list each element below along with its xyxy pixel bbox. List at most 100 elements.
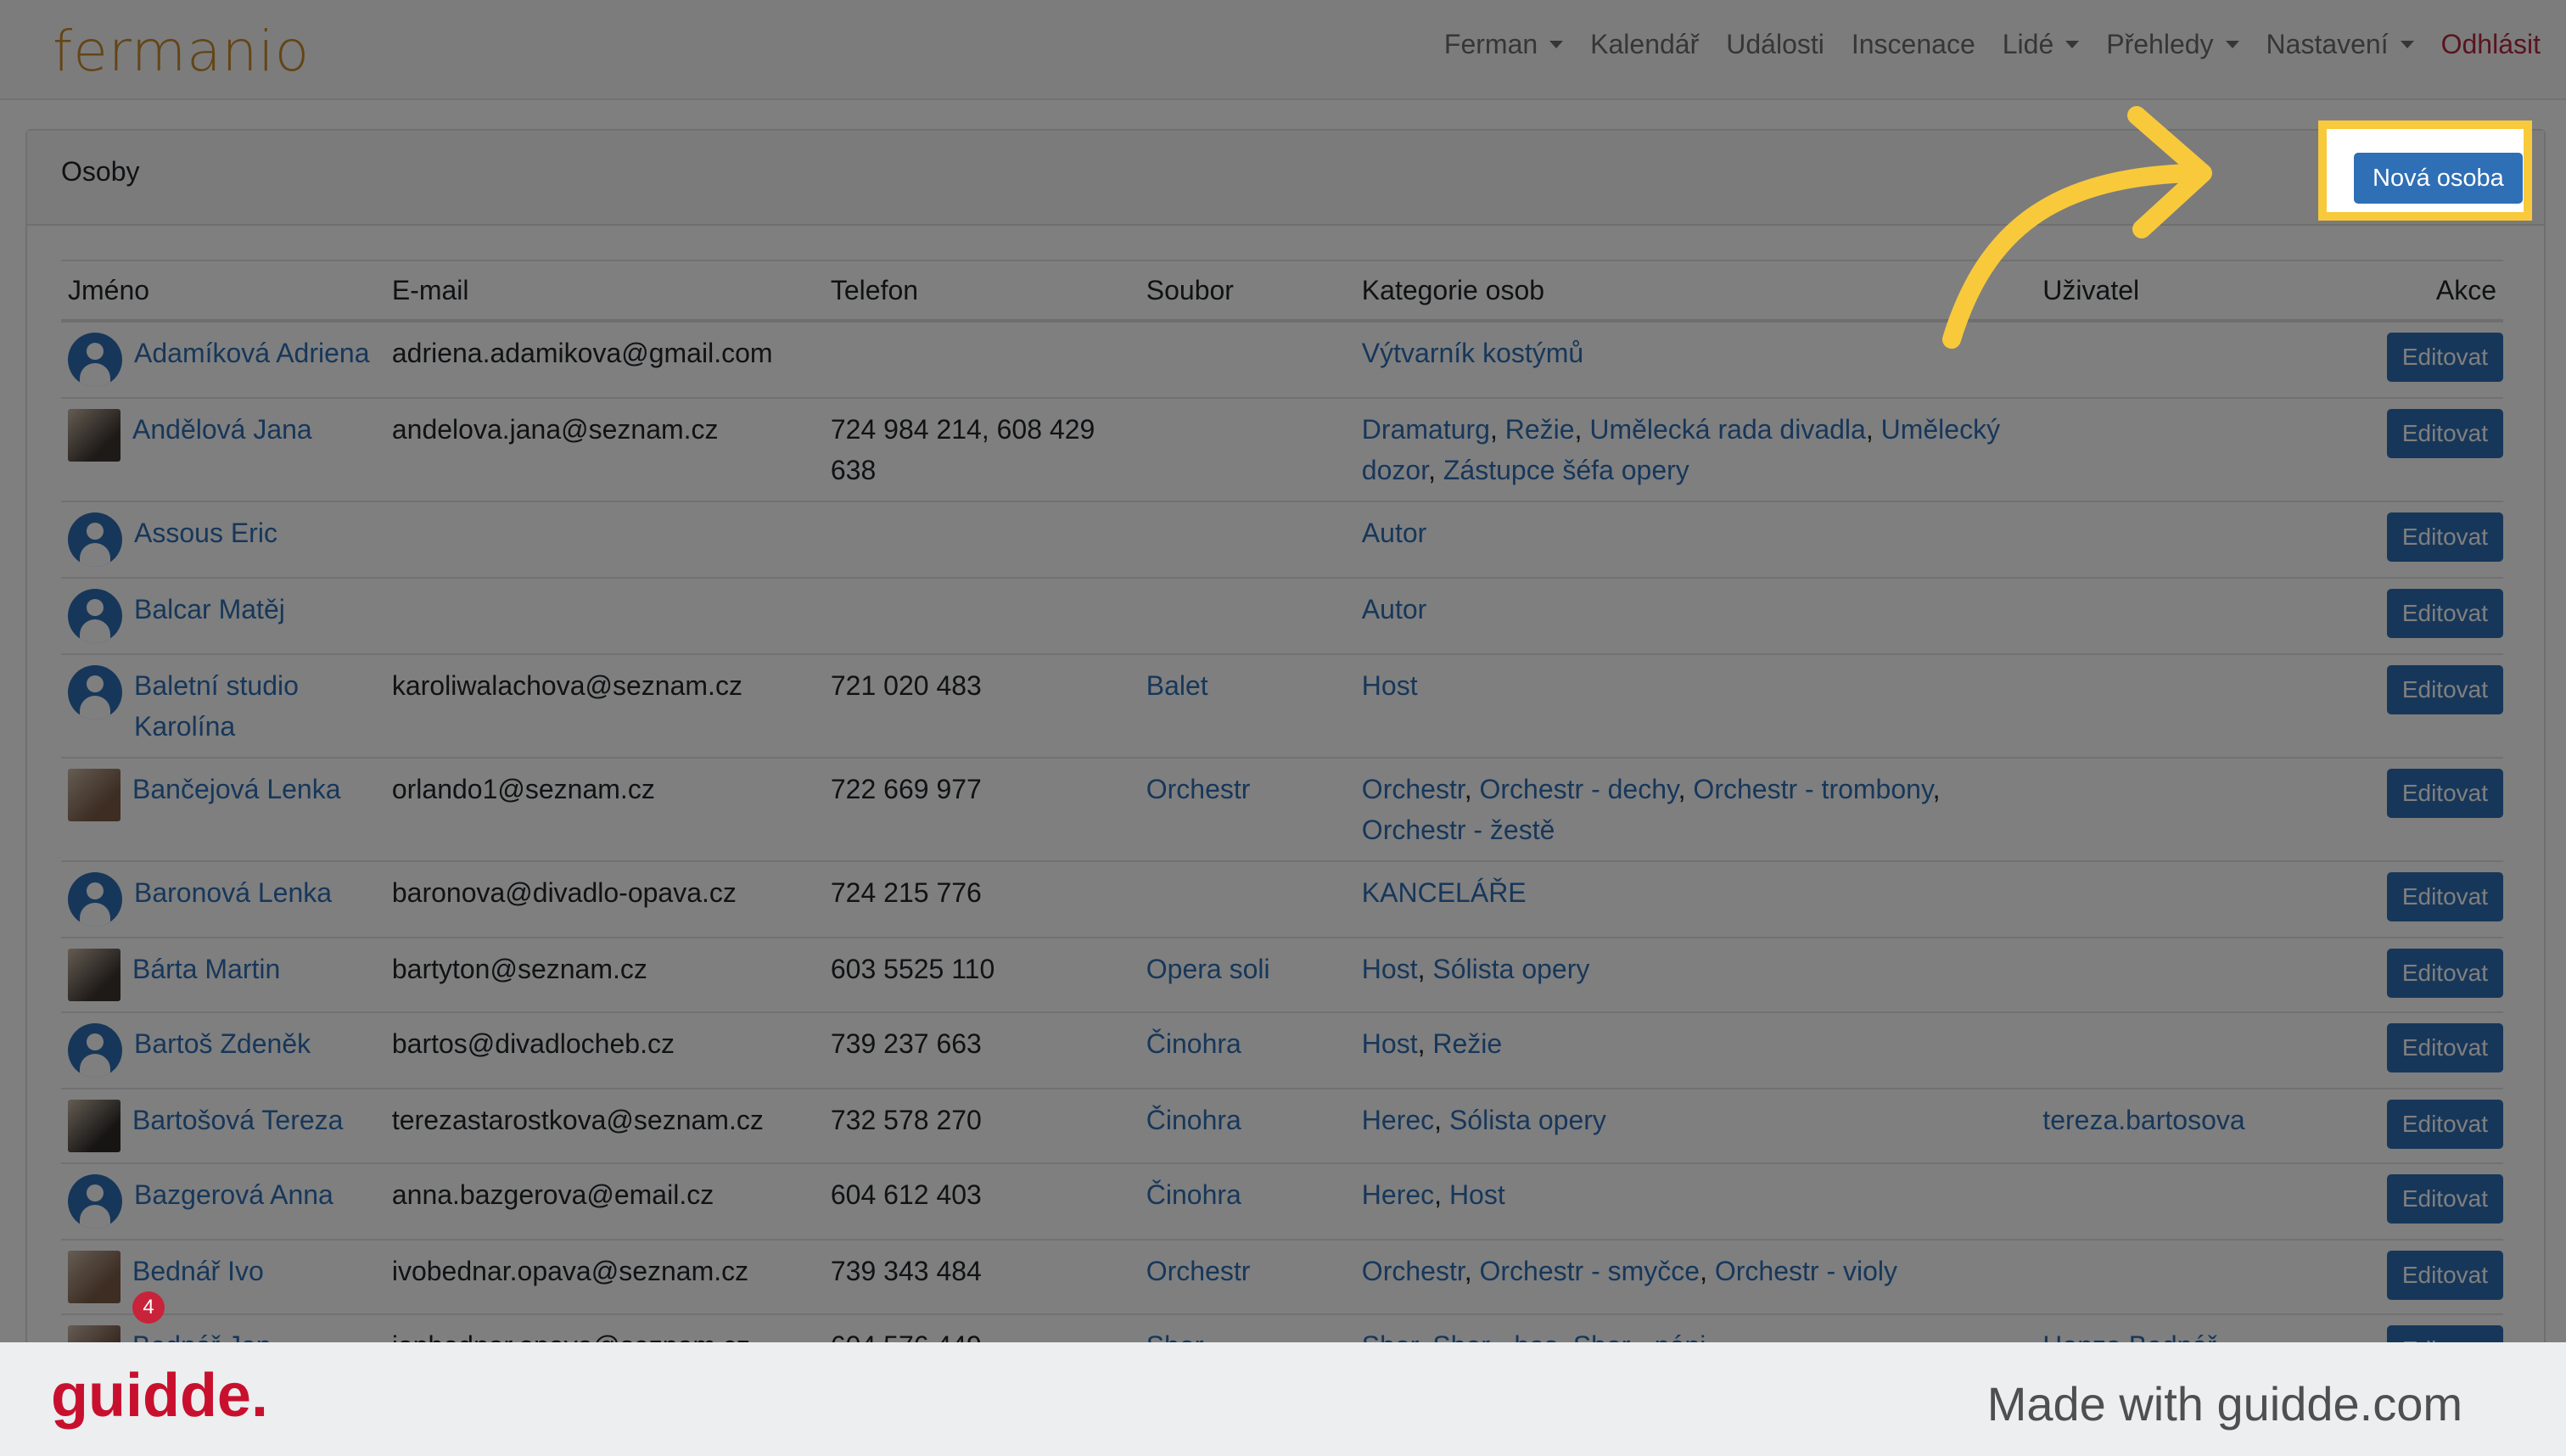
person-name-link[interactable]: Bančejová Lenka (132, 769, 341, 809)
category-link[interactable]: Sbor - bas (1432, 1330, 1558, 1342)
category-link[interactable]: Orchestr (1362, 774, 1465, 804)
category-link[interactable]: Sbor (1362, 1330, 1418, 1342)
edit-button[interactable]: Editovat (2386, 1251, 2503, 1300)
category-link[interactable]: Sólista opery (1449, 1105, 1606, 1135)
category-link[interactable]: Autor (1362, 518, 1426, 548)
user-avatar-icon (68, 665, 122, 720)
category-link[interactable]: Host (1449, 1179, 1505, 1210)
category-link[interactable]: Orchestr (1362, 1256, 1465, 1286)
category-link[interactable]: Orchestr - smyčce (1480, 1256, 1700, 1286)
nav-item-label: Inscenace (1851, 29, 1975, 59)
nav-item-0[interactable]: Ferman (1444, 29, 1564, 60)
avatar-photo (68, 1325, 120, 1342)
person-name-link[interactable]: Adamíková Adriena (134, 333, 370, 373)
person-name-link[interactable]: Baletní studio Karolína (134, 665, 385, 747)
name-cell: Bartoš Zdeněk (68, 1023, 385, 1078)
cell-name: Bednář Jan (61, 1314, 385, 1342)
nav-item-1[interactable]: Kalendář (1590, 29, 1699, 60)
nav-item-2[interactable]: Události (1726, 29, 1824, 60)
edit-button[interactable]: Editovat (2386, 409, 2503, 458)
user-link[interactable]: Honza Bednář (2042, 1330, 2216, 1342)
person-name-link[interactable]: Assous Eric (134, 512, 277, 553)
category-link[interactable]: Orchestr - trombony (1693, 774, 1932, 804)
header-ensemble[interactable]: Soubor (1139, 260, 1355, 322)
name-cell: Bárta Martin (68, 949, 385, 1001)
header-name[interactable]: Jméno (61, 260, 385, 322)
category-link[interactable]: Zástupce šéfa opery (1443, 455, 1689, 485)
person-name-link[interactable]: Baronová Lenka (134, 872, 332, 913)
user-avatar-icon (68, 333, 122, 387)
header-phone[interactable]: Telefon (823, 260, 1140, 322)
table-row: Bančejová Lenka orlando1@seznam.cz 722 669… (61, 758, 2503, 862)
category-link[interactable]: Herec (1362, 1179, 1434, 1210)
person-name-link[interactable]: Bartoš Zdeněk (134, 1023, 311, 1064)
nav-item-6[interactable]: Nastavení (2266, 29, 2414, 60)
brand-logo[interactable]: fermanio (53, 19, 310, 84)
category-link[interactable]: Orchestr - dechy (1480, 774, 1678, 804)
person-name-link[interactable]: Andělová Jana (132, 409, 312, 450)
ensemble-link[interactable]: Činohra (1146, 1179, 1241, 1210)
person-name-link[interactable]: Bednář Ivo (132, 1251, 264, 1291)
person-name-link[interactable]: Bazgerová Anna (134, 1174, 333, 1215)
category-link[interactable]: Herec (1362, 1105, 1434, 1135)
caret-down-icon (2225, 41, 2239, 48)
category-link[interactable]: Sólista opery (1432, 954, 1589, 984)
user-link[interactable]: tereza.bartosova (2042, 1105, 2244, 1135)
person-name-link[interactable]: Bárta Martin (132, 949, 280, 989)
logout-link[interactable]: Odhlásit (2441, 29, 2541, 60)
edit-button[interactable]: Editovat (2386, 1100, 2503, 1149)
user-avatar-icon (68, 1174, 122, 1229)
ensemble-link[interactable]: Sbor (1146, 1330, 1204, 1342)
cell-email: terezastarostkova@seznam.cz (384, 1089, 824, 1164)
ensemble-link[interactable]: Činohra (1146, 1105, 1241, 1135)
cell-name: Bartošová Tereza (61, 1089, 385, 1164)
ensemble-link[interactable]: Orchestr (1146, 774, 1251, 804)
category-link[interactable]: Výtvarník kostýmů (1362, 338, 1583, 368)
edit-button[interactable]: Editovat (2386, 1023, 2503, 1072)
category-link[interactable]: Orchestr - žestě (1362, 815, 1555, 845)
ensemble-link[interactable]: Činohra (1146, 1028, 1241, 1059)
edit-button[interactable]: Editovat (2386, 333, 2503, 382)
edit-button[interactable]: Editovat (2386, 1174, 2503, 1224)
ensemble-link[interactable]: Balet (1146, 670, 1208, 701)
category-link[interactable]: Umělecká rada divadla (1589, 414, 1866, 445)
edit-button[interactable]: Editovat (2386, 1325, 2503, 1342)
nav-item-4[interactable]: Lidé (2003, 29, 2080, 60)
nav-item-5[interactable]: Přehledy (2106, 29, 2239, 60)
category-link[interactable]: Režie (1505, 414, 1575, 445)
person-name-link[interactable]: Balcar Matěj (134, 589, 285, 630)
name-cell: Adamíková Adriena (68, 333, 385, 387)
header-categories[interactable]: Kategorie osob (1354, 260, 2037, 322)
edit-button[interactable]: Editovat (2386, 665, 2503, 714)
cell-phone: 721 020 483 (823, 654, 1140, 759)
ensemble-link[interactable]: Orchestr (1146, 1256, 1251, 1286)
category-link[interactable]: Autor (1362, 594, 1426, 624)
table-row: Bárta Martin bartyton@seznam.cz 603 5525 1… (61, 938, 2503, 1013)
category-link[interactable]: Host (1362, 1028, 1418, 1059)
header-email[interactable]: E-mail (384, 260, 824, 322)
persons-table: Jméno E-mail Telefon Soubor Kategorie os… (61, 260, 2503, 1342)
edit-button[interactable]: Editovat (2386, 512, 2503, 562)
category-link[interactable]: KANCELÁŘE (1362, 877, 1527, 908)
category-link[interactable]: Sbor - páni (1573, 1330, 1706, 1342)
edit-button[interactable]: Editovat (2386, 949, 2503, 998)
category-link[interactable]: Orchestr - violy (1715, 1256, 1897, 1286)
name-cell: Bančejová Lenka (68, 769, 385, 821)
name-cell: Baletní studio Karolína (68, 665, 385, 747)
footer-caption: Made with guidde.com (1986, 1377, 2462, 1431)
category-link[interactable]: Host (1362, 954, 1418, 984)
new-person-button[interactable]: Nová osoba (2354, 153, 2523, 204)
person-name-link[interactable]: Bartošová Tereza (132, 1100, 343, 1140)
category-link[interactable]: Režie (1432, 1028, 1502, 1059)
cell-phone (823, 578, 1140, 655)
person-name-link[interactable]: Bednář Jan (132, 1325, 272, 1342)
ensemble-link[interactable]: Opera soli (1146, 954, 1270, 984)
edit-button[interactable]: Editovat (2386, 589, 2503, 638)
edit-button[interactable]: Editovat (2386, 769, 2503, 818)
nav-item-3[interactable]: Inscenace (1852, 29, 1975, 60)
cell-categories: KANCELÁŘE (1354, 861, 2037, 938)
cell-categories: Host, Sólista opery (1354, 938, 2037, 1013)
category-link[interactable]: Dramaturg (1362, 414, 1490, 445)
category-link[interactable]: Host (1362, 670, 1418, 701)
edit-button[interactable]: Editovat (2386, 872, 2503, 921)
